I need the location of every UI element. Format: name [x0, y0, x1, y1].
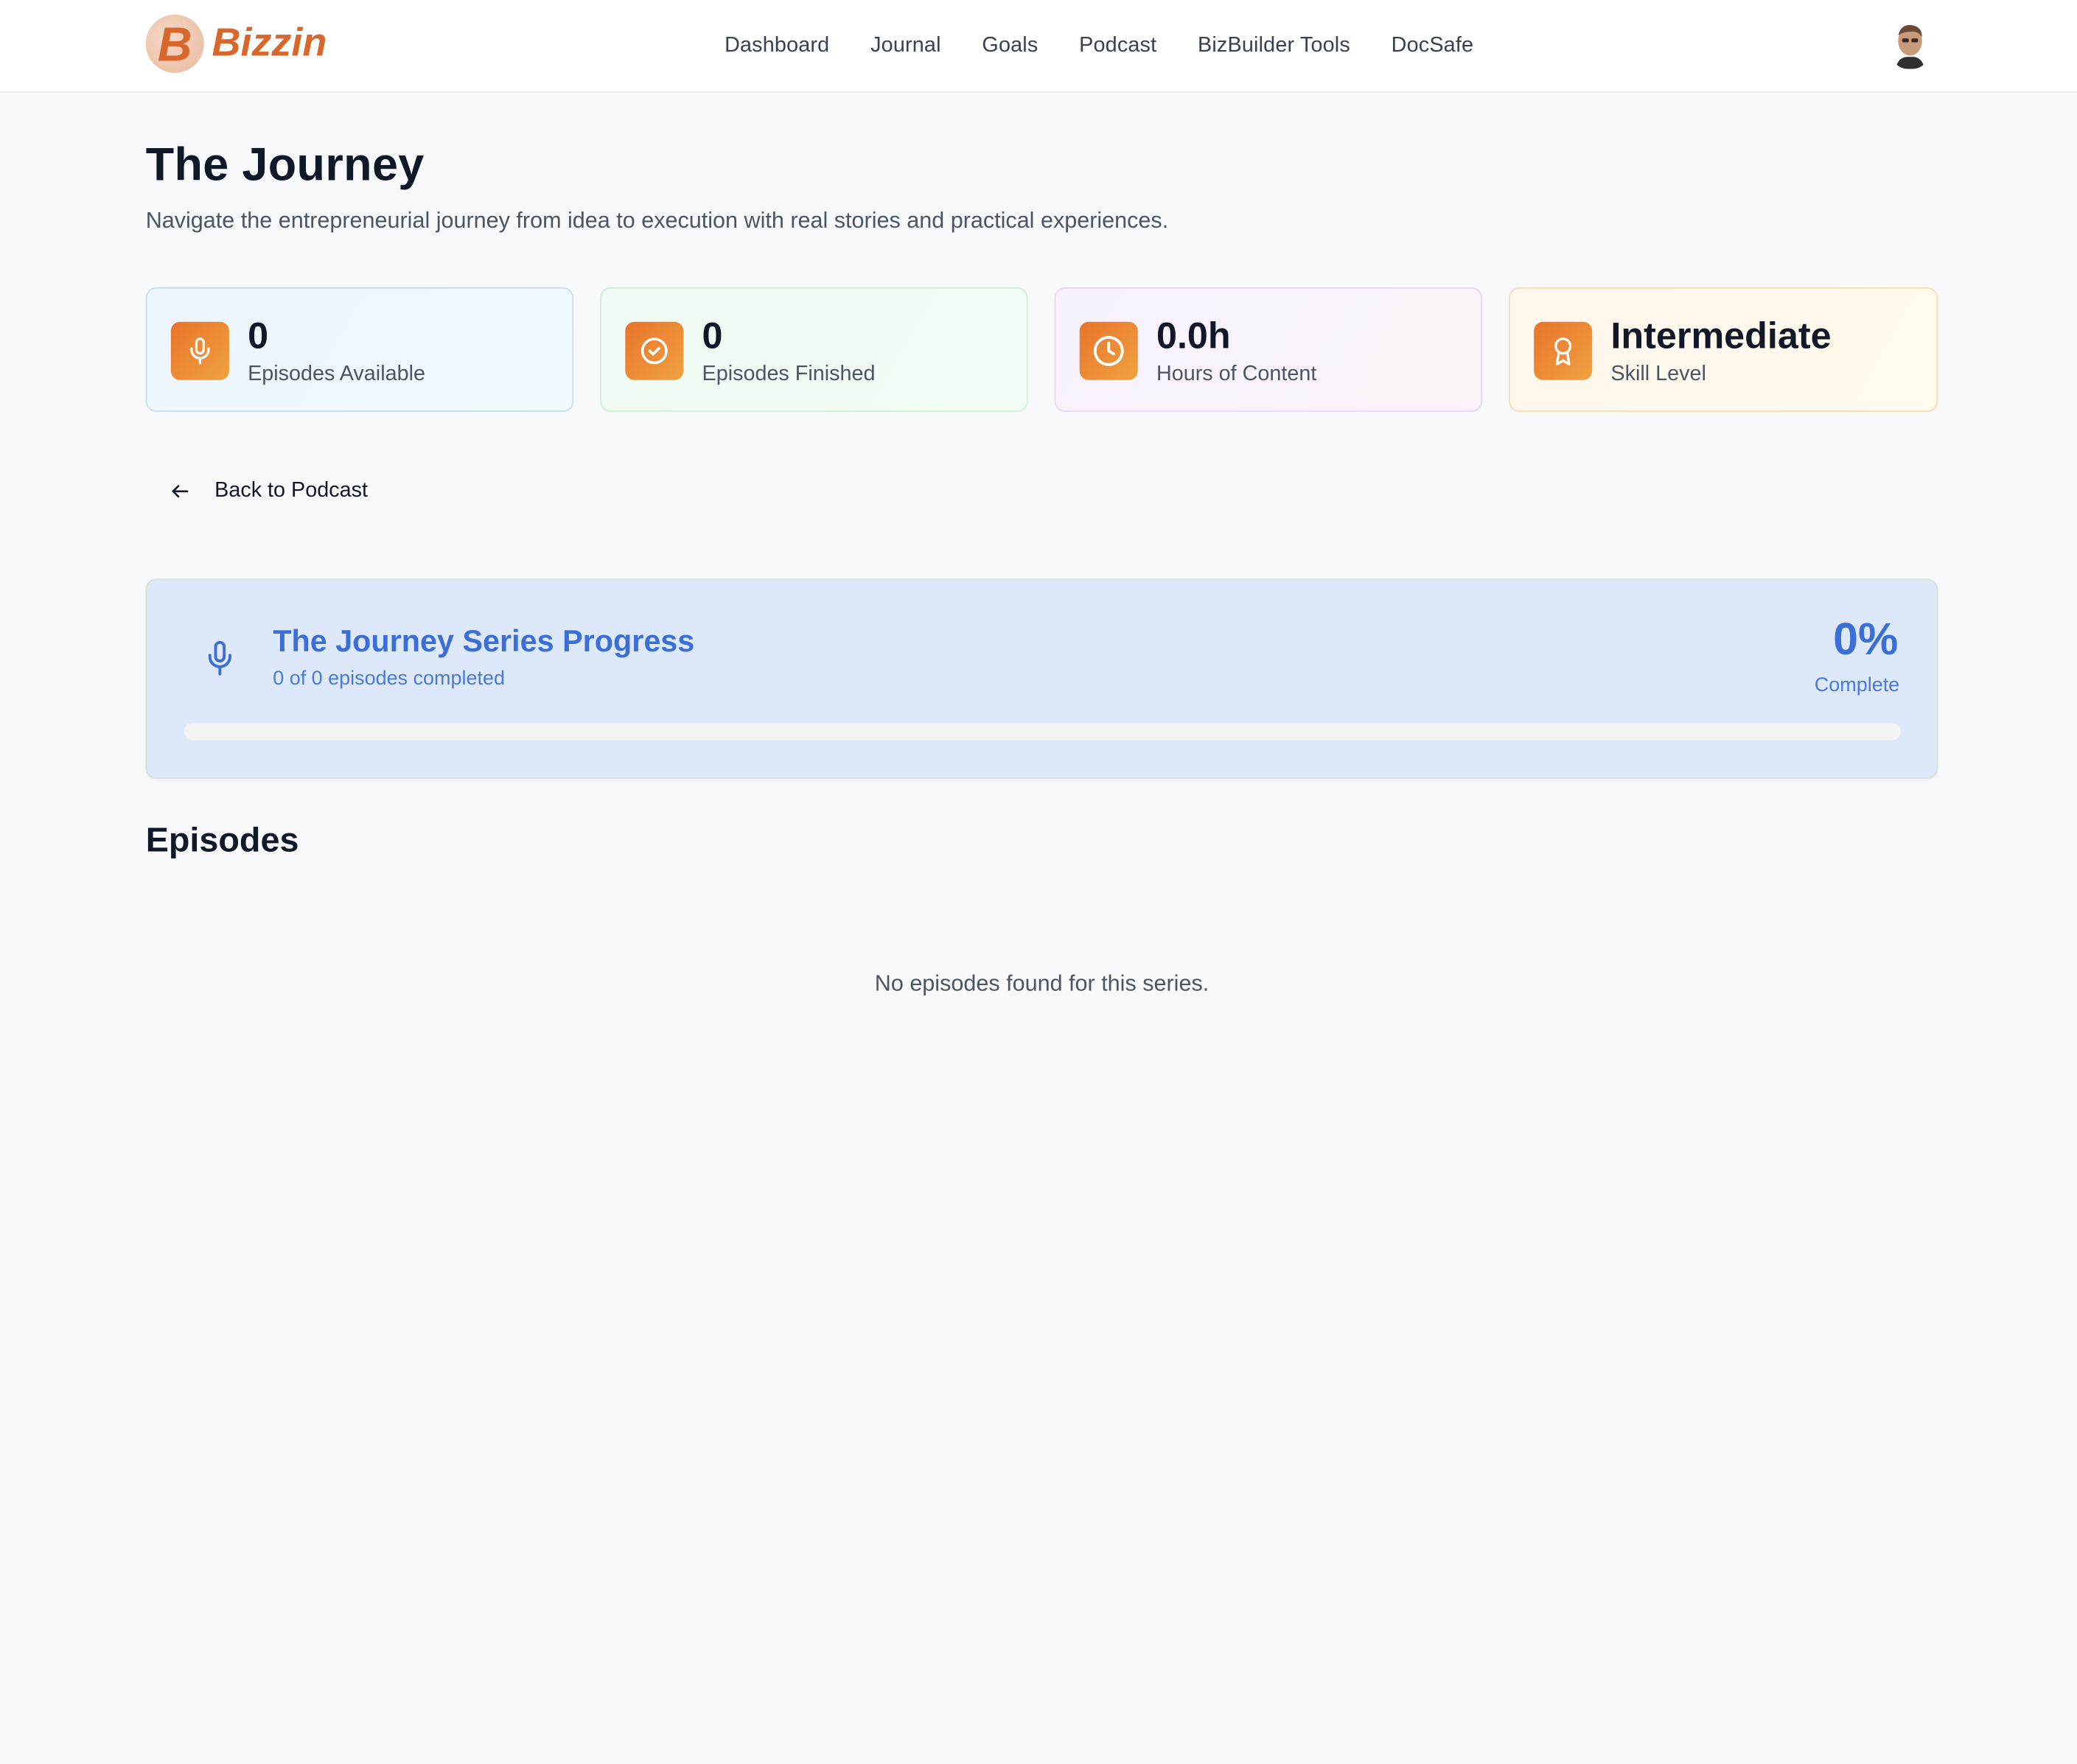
nav-goals[interactable]: Goals: [982, 34, 1038, 57]
top-nav-bar: B Bizzin Dashboard Journal Goals Podcast…: [0, 0, 2077, 93]
user-avatar[interactable]: [1891, 21, 1929, 69]
episodes-heading: Episodes: [145, 819, 299, 860]
progress-percent: 0%: [1833, 614, 1899, 665]
stat-card-episodes-finished: 0 Episodes Finished: [600, 287, 1028, 412]
stat-label: Hours of Content: [1156, 363, 1317, 385]
page: B Bizzin Dashboard Journal Goals Podcast…: [0, 0, 2077, 1764]
progress-title: The Journey Series Progress: [273, 623, 695, 659]
nav-podcast[interactable]: Podcast: [1079, 34, 1156, 57]
stat-label: Episodes Available: [248, 363, 425, 385]
nav-docsafe[interactable]: DocSafe: [1392, 34, 1474, 57]
stat-card-episodes-available: 0 Episodes Available: [145, 287, 574, 412]
stat-label: Skill Level: [1610, 363, 1706, 385]
stat-value: Intermediate: [1610, 315, 1832, 357]
page-subtitle: Navigate the entrepreneurial journey fro…: [145, 208, 1169, 234]
stat-value: 0: [702, 315, 723, 357]
page-title: The Journey: [145, 139, 425, 191]
arrow-left-icon: [172, 485, 189, 498]
stats-row: 0 Episodes Available 0 Episodes Finished…: [145, 287, 1938, 415]
stat-card-skill-level: Intermediate Skill Level: [1509, 287, 1938, 412]
stat-label: Episodes Finished: [702, 363, 876, 385]
clock-icon: [1079, 321, 1138, 380]
award-icon: [1534, 321, 1593, 380]
episodes-empty-message: No episodes found for this series.: [874, 970, 1209, 996]
progress-bar-track: [184, 723, 1901, 741]
main-nav: Dashboard Journal Goals Podcast BizBuild…: [725, 0, 1515, 91]
back-label: Back to Podcast: [214, 479, 368, 503]
brand-mark-letter: B: [157, 17, 192, 72]
series-progress-card: The Journey Series Progress 0 of 0 episo…: [145, 578, 1938, 779]
check-circle-icon: [625, 321, 684, 380]
stat-card-hours-of-content: 0.0h Hours of Content: [1054, 287, 1483, 412]
stat-value: 0: [248, 315, 269, 357]
progress-complete-label: Complete: [1814, 673, 1900, 697]
nav-bizbuilder-tools[interactable]: BizBuilder Tools: [1198, 34, 1350, 57]
microphone-icon: [170, 321, 229, 380]
brand-name: Bizzin: [212, 21, 327, 66]
nav-journal[interactable]: Journal: [870, 34, 941, 57]
brand-logo[interactable]: B Bizzin: [145, 14, 327, 73]
brand-mark-icon: B: [145, 14, 204, 73]
back-to-podcast-button[interactable]: Back to Podcast: [146, 470, 368, 513]
progress-subtitle: 0 of 0 episodes completed: [273, 667, 505, 690]
microphone-icon: [208, 640, 231, 676]
stat-value: 0.0h: [1156, 315, 1231, 357]
nav-dashboard[interactable]: Dashboard: [725, 34, 829, 57]
